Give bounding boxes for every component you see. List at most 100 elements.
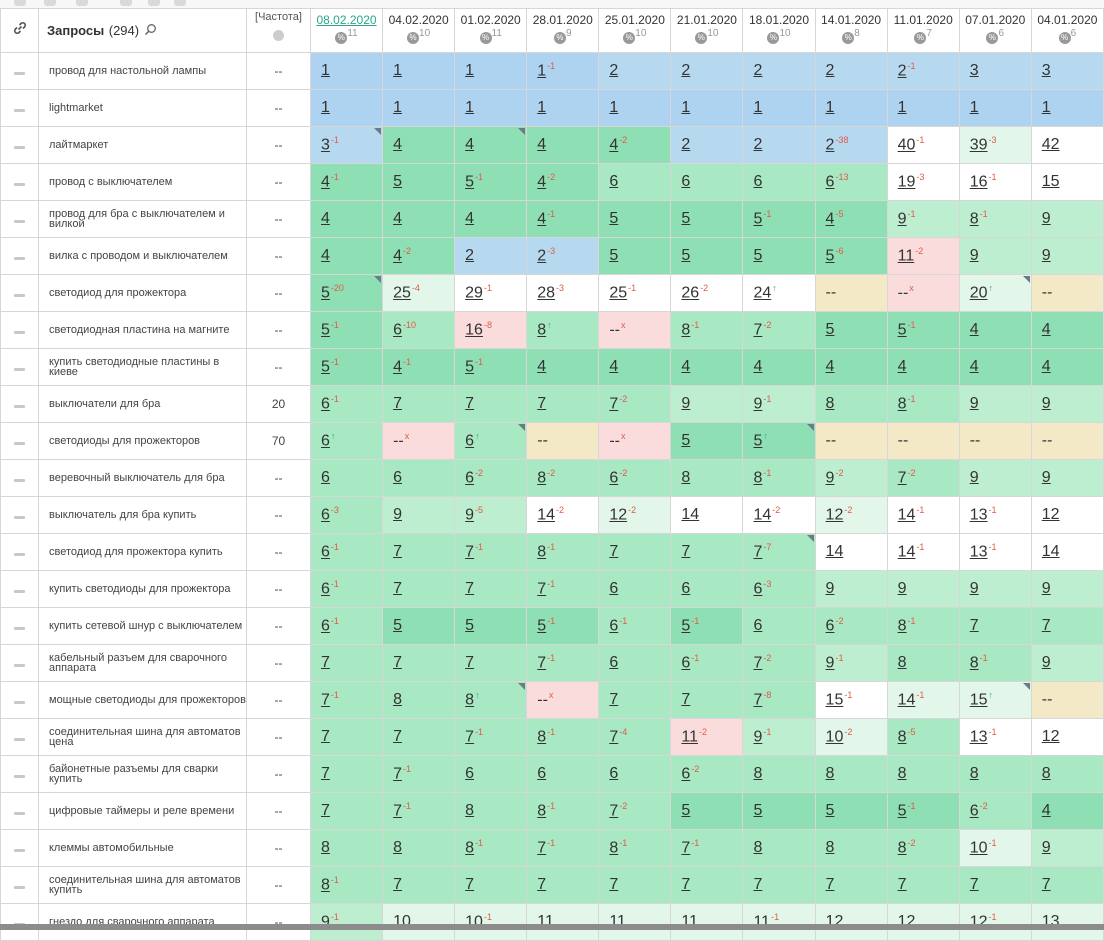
position-value[interactable]: 2 — [681, 62, 690, 79]
date-label[interactable]: 08.02.2020 — [312, 13, 382, 27]
date-column-header[interactable]: 04.02.2020% 10 — [382, 8, 456, 53]
date-column-header[interactable]: 21.01.2020% 10 — [670, 8, 744, 53]
link-column-header[interactable] — [0, 8, 39, 53]
search-icon[interactable] — [144, 23, 157, 36]
position-value[interactable]: 7 — [393, 654, 402, 671]
date-column-header[interactable]: 18.01.2020% 10 — [742, 8, 816, 53]
position-value[interactable]: 7 — [393, 580, 402, 597]
position-value[interactable]: 5 — [321, 359, 330, 376]
position-value[interactable]: 6 — [465, 433, 474, 450]
date-label[interactable]: 07.01.2020 — [960, 13, 1030, 27]
position-value[interactable]: 6 — [321, 469, 330, 486]
position-value[interactable]: 9 — [753, 396, 762, 413]
minus-icon[interactable] — [14, 664, 25, 667]
position-value[interactable]: 4 — [393, 136, 402, 153]
position-value[interactable]: 4 — [681, 358, 690, 375]
position-value[interactable]: 5 — [826, 802, 835, 819]
position-value[interactable]: 3 — [970, 62, 979, 79]
position-value[interactable]: 6 — [393, 322, 402, 339]
position-value[interactable]: 1 — [1042, 99, 1051, 116]
position-value[interactable]: 40 — [898, 137, 916, 154]
position-value[interactable]: 4 — [393, 359, 402, 376]
position-value[interactable]: 5 — [826, 321, 835, 338]
position-value[interactable]: 1 — [465, 99, 474, 116]
position-value[interactable]: 7 — [609, 876, 618, 893]
position-value[interactable]: 8 — [898, 765, 907, 782]
position-value[interactable]: 5 — [681, 432, 690, 449]
position-value[interactable]: 10 — [970, 840, 988, 857]
position-value[interactable]: 6 — [321, 544, 330, 561]
position-value[interactable]: 4 — [321, 174, 330, 191]
position-value[interactable]: 4 — [537, 358, 546, 375]
position-value[interactable]: 9 — [970, 395, 979, 412]
position-value[interactable]: 28 — [537, 285, 555, 302]
position-value[interactable]: 7 — [393, 395, 402, 412]
position-value[interactable]: 7 — [537, 876, 546, 893]
position-value[interactable]: 7 — [609, 691, 618, 708]
date-label[interactable]: 04.02.2020 — [384, 13, 454, 27]
position-value[interactable]: 16 — [465, 322, 483, 339]
position-value[interactable]: 5 — [681, 618, 690, 635]
position-value[interactable]: 9 — [898, 580, 907, 597]
position-value[interactable]: 5 — [898, 803, 907, 820]
position-value[interactable]: 7 — [465, 876, 474, 893]
position-value[interactable]: 1 — [321, 62, 330, 79]
position-value[interactable]: 8 — [753, 765, 762, 782]
position-value[interactable]: 7 — [537, 581, 546, 598]
minus-icon[interactable] — [14, 849, 25, 852]
position-value[interactable]: 15 — [970, 692, 988, 709]
minus-icon[interactable] — [14, 294, 25, 297]
position-value[interactable]: 7 — [393, 876, 402, 893]
position-value[interactable]: 2 — [898, 63, 907, 80]
position-value[interactable]: 8 — [753, 839, 762, 856]
position-value[interactable]: 11 — [681, 729, 698, 746]
position-value[interactable]: 15 — [1042, 173, 1060, 190]
position-value[interactable]: 6 — [465, 470, 474, 487]
date-column-header[interactable]: 25.01.2020% 10 — [598, 8, 672, 53]
position-value[interactable]: 7 — [465, 729, 474, 746]
position-value[interactable]: 12 — [826, 507, 844, 524]
position-value[interactable]: 4 — [321, 210, 330, 227]
position-value[interactable]: 6 — [753, 173, 762, 190]
position-value[interactable]: 7 — [393, 543, 402, 560]
position-value[interactable]: 2 — [753, 62, 762, 79]
position-value[interactable]: 7 — [1042, 876, 1051, 893]
position-value[interactable]: 8 — [970, 211, 979, 228]
position-value[interactable]: 7 — [393, 766, 402, 783]
position-value[interactable]: 7 — [537, 840, 546, 857]
position-value[interactable]: 9 — [1042, 839, 1051, 856]
position-value[interactable]: 8 — [537, 544, 546, 561]
position-value[interactable]: 26 — [681, 285, 699, 302]
position-value[interactable]: 5 — [753, 247, 762, 264]
position-value[interactable]: 1 — [465, 62, 474, 79]
date-column-header[interactable]: 28.01.2020% 9 — [526, 8, 600, 53]
date-column-header[interactable]: 04.01.2020% 6 — [1030, 8, 1104, 53]
position-value[interactable]: 6 — [609, 618, 618, 635]
position-value[interactable]: 8 — [826, 765, 835, 782]
minus-icon[interactable] — [14, 257, 25, 260]
position-value[interactable]: 7 — [393, 728, 402, 745]
date-label[interactable]: 21.01.2020 — [672, 13, 742, 27]
date-column-header[interactable]: 01.02.2020% 11 — [454, 8, 528, 53]
position-value[interactable]: 4 — [898, 358, 907, 375]
position-value[interactable]: 15 — [826, 692, 844, 709]
position-value[interactable]: 4 — [609, 358, 618, 375]
position-value[interactable]: 6 — [681, 580, 690, 597]
position-value[interactable]: 14 — [898, 692, 916, 709]
position-value[interactable]: 7 — [753, 876, 762, 893]
position-value[interactable]: 7 — [321, 692, 330, 709]
position-value[interactable]: 4 — [970, 321, 979, 338]
position-value[interactable]: 11 — [898, 248, 915, 265]
position-value[interactable]: 9 — [1042, 247, 1051, 264]
position-value[interactable]: 8 — [898, 840, 907, 857]
date-label[interactable]: 18.01.2020 — [744, 13, 814, 27]
position-value[interactable]: 7 — [609, 729, 618, 746]
position-value[interactable]: 2 — [609, 62, 618, 79]
minus-icon[interactable] — [14, 220, 25, 223]
position-value[interactable]: 6 — [537, 765, 546, 782]
position-value[interactable]: 9 — [465, 507, 474, 524]
export-icon[interactable] — [120, 0, 132, 6]
minus-icon[interactable] — [14, 590, 25, 593]
horizontal-scrollbar[interactable] — [0, 924, 1104, 930]
position-value[interactable]: 4 — [609, 137, 618, 154]
